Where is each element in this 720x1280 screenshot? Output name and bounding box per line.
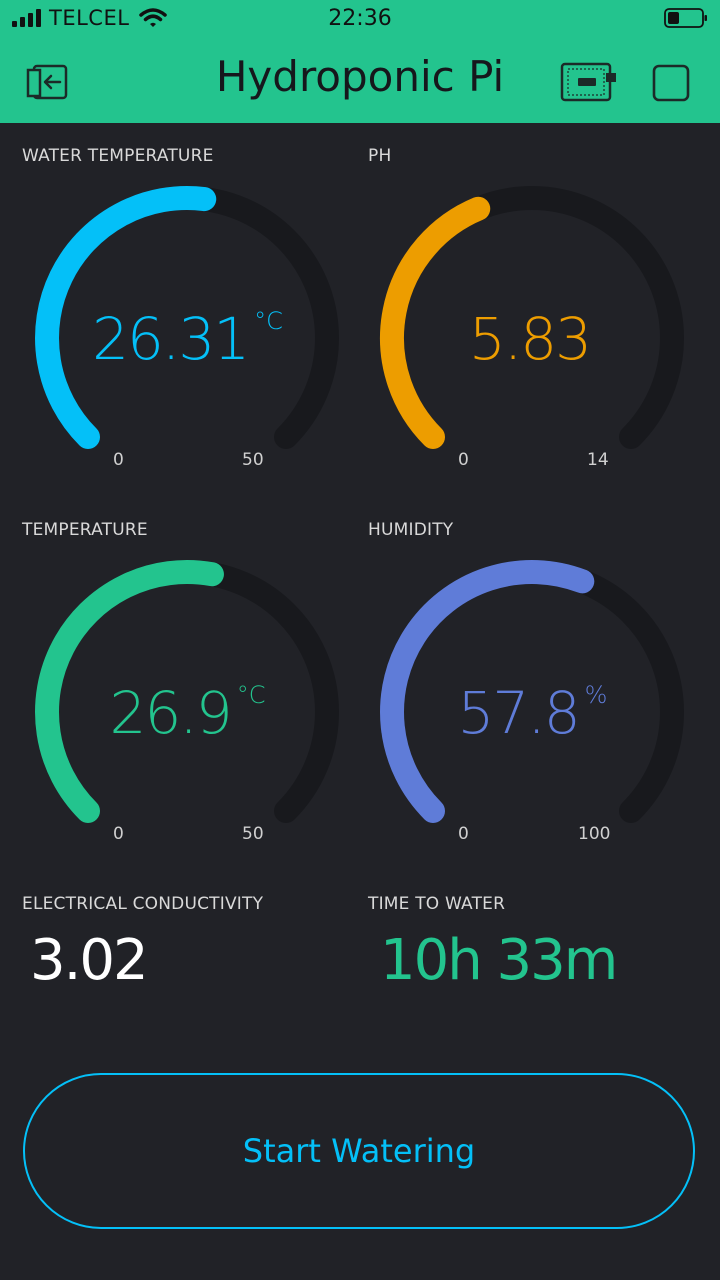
water-temperature-value: 26.31 °C (92, 305, 283, 373)
device-icon[interactable] (560, 60, 618, 104)
humidity-gauge: 57.8% 0 100 (360, 559, 705, 904)
time-to-water-label: TIME TO WATER (368, 894, 506, 914)
humidity-value: 57.8% (457, 679, 608, 747)
electrical-conductivity-label: ELECTRICAL CONDUCTIVITY (22, 894, 264, 914)
temperature-max: 50 (242, 824, 264, 844)
water-temperature-label: WATER TEMPERATURE (22, 146, 214, 166)
app-header: TELCEL 22:36 Hydroponic Pi (0, 0, 720, 123)
start-watering-button[interactable]: Start Watering (23, 1073, 695, 1229)
battery-icon (664, 8, 707, 28)
electrical-conductivity-value: 3.02 (30, 928, 149, 993)
time-to-water-value: 10h 33m (380, 928, 618, 993)
water-temperature-min: 0 (113, 450, 124, 470)
humidity-min: 0 (458, 824, 469, 844)
water-temperature-max: 50 (242, 450, 264, 470)
water-temperature-gauge: 26.31 °C 0 50 (15, 185, 360, 530)
status-time: 22:36 (328, 6, 392, 31)
ph-label: PH (368, 146, 392, 166)
ph-min: 0 (458, 450, 469, 470)
ph-max: 14 (587, 450, 609, 470)
ph-gauge: 5.83 0 14 (360, 185, 705, 530)
square-icon[interactable] (652, 64, 690, 102)
temperature-min: 0 (113, 824, 124, 844)
ph-value: 5.83 (468, 305, 592, 373)
temperature-gauge: 26.9 °C 0 50 (15, 559, 360, 904)
temperature-value: 26.9 °C (109, 679, 266, 747)
humidity-max: 100 (578, 824, 611, 844)
